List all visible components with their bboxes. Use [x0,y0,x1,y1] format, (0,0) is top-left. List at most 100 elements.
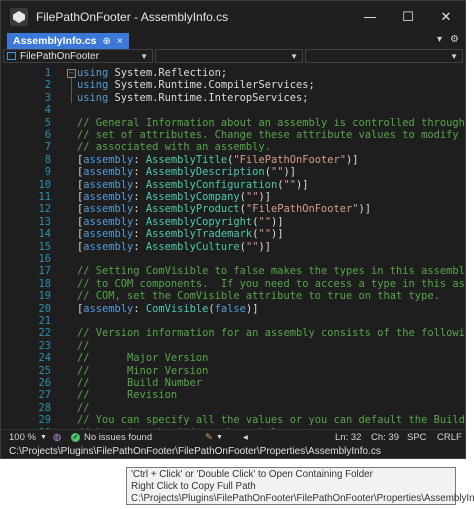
code-line[interactable]: 10 [assembly: AssemblyConfiguration("")] [1,178,465,191]
code-line[interactable]: 9 [assembly: AssemblyDescription("")] [1,166,465,178]
code-line[interactable]: 11 [assembly: AssemblyCompany("")] [1,191,465,203]
line-number: 5 [44,116,51,129]
editor-status-bar: 100 % ▼ ◍ ✓ No issues found ✎ ▼ ◂ Ln: 32 … [1,429,465,444]
column-indicator[interactable]: Ch: 39 [371,431,399,443]
code-line[interactable]: 23 // [1,339,465,352]
code-token: assembly [83,240,134,253]
code-line[interactable]: 17 // Setting ComVisible to false makes t… [1,265,465,277]
code-line[interactable]: 12 [assembly: AssemblyProduct("FilePathOn… [1,203,465,215]
tab-assemblyinfo[interactable]: AssemblyInfo.cs ⊕ × [7,33,129,49]
code-line[interactable]: 7 // associated with an assembly. [1,141,465,153]
line-number: 29 [38,414,51,427]
code-token: // COM, set the ComVisible attribute to … [77,290,440,303]
code-cleanup-icon[interactable]: ✎ ▼ [205,431,223,443]
code-text: // You can specify all the values or you… [77,414,465,426]
code-line[interactable]: 22 // Version information for an assembly… [1,327,465,339]
code-line[interactable]: 14 [assembly: AssemblyTrademark("")] [1,228,465,241]
footer-file-path[interactable]: C:\Projects\Plugins\FilePathOnFooter\Fil… [1,444,465,458]
code-line[interactable]: 16 [1,253,465,265]
code-token: "" [258,215,271,228]
line-ending-indicator[interactable]: CRLF [437,431,462,443]
line-indicator[interactable]: Ln: 32 [335,431,361,443]
copilot-icon[interactable]: ◍ [53,431,61,443]
maximize-button[interactable]: ☐ [389,1,427,33]
code-token: using [77,67,109,79]
tab-list-dropdown-icon[interactable]: ▾ [437,34,442,45]
line-number: 23 [38,339,51,352]
line-number: 8 [44,153,51,166]
code-line[interactable]: 25 // Minor Version [1,364,465,377]
code-token: assembly [83,178,134,191]
code-token: // Minor Version [77,364,209,377]
type-dropdown[interactable]: ▼ [155,49,303,63]
line-number: 21 [38,315,51,327]
code-token: assembly [83,215,134,228]
code-line[interactable]: 19 // COM, set the ComVisible attribute t… [1,290,465,302]
code-line[interactable]: 29 // You can specify all the values or y… [1,414,465,427]
line-number: 25 [38,364,51,377]
issues-indicator[interactable]: ✓ No issues found [71,431,152,443]
code-text: // Major Version [77,352,208,364]
spaces-indicator[interactable]: SPC [407,431,427,443]
code-token: // Major Version [77,352,209,365]
tabbar-tools: ▾ ⚙ [437,34,459,45]
line-number: 10 [38,178,51,191]
visual-studio-icon[interactable] [10,8,28,26]
close-button[interactable]: ✕ [427,1,465,33]
code-token: using [77,91,109,104]
code-text: // associated with an assembly. [77,141,271,153]
code-token: // [77,339,90,352]
code-line[interactable]: 6 // set of attributes. Change these attr… [1,129,465,141]
collapse-region-icon[interactable]: − [67,69,76,78]
code-line[interactable]: 13 [assembly: AssemblyCopyright("")] [1,215,465,228]
line-number: 11 [38,191,51,203]
code-line[interactable]: 18 // to COM components. If you need to a… [1,278,465,290]
zoom-dropdown[interactable]: 100 % ▼ [9,431,47,443]
code-line[interactable]: 27 // Revision [1,389,465,401]
code-line[interactable]: 21 [1,315,465,327]
code-line[interactable]: 20 [assembly: ComVisible(false)] [1,303,465,315]
code-token: assembly [83,191,134,203]
code-line[interactable]: 4 [1,104,465,116]
code-token: )] [270,228,284,241]
line-number: 13 [38,215,51,228]
code-token: "" [258,228,271,241]
chevron-down-icon: ▼ [140,51,148,61]
code-line[interactable]: 24 // Major Version [1,352,465,365]
code-line[interactable]: 26 // Build Number [1,377,465,389]
code-token: using [77,79,109,92]
line-number: 28 [38,401,51,414]
gear-icon[interactable]: ⚙ [450,34,459,45]
code-text: // COM, set the ComVisible attribute to … [77,290,440,302]
line-number: 16 [38,253,51,265]
line-number: 24 [38,352,51,365]
code-line[interactable]: 15 [assembly: AssemblyCulture("")] [1,240,465,253]
scroll-left-icon[interactable]: ◂ [243,431,248,443]
navigation-bar: FilePathOnFooter ▼ ▼ ▼ [1,49,465,65]
code-line[interactable]: 28 // [1,401,465,414]
tooltip-line-1: 'Ctrl + Click' or 'Double Click' to Open… [131,469,373,480]
chevron-down-icon: ▼ [450,51,458,61]
title-bar: FilePathOnFooter - AssemblyInfo.cs — ☐ ✕ [1,1,465,33]
pin-icon[interactable]: ⊕ [102,36,110,47]
project-dropdown-label: FilePathOnFooter [20,50,99,62]
check-circle-icon: ✓ [71,432,80,442]
tab-close-icon[interactable]: × [117,36,123,47]
code-line[interactable]: 5 // General Information about an assembl… [1,116,465,129]
code-token: )] [258,191,271,203]
member-dropdown[interactable]: ▼ [305,49,463,63]
project-dropdown[interactable]: FilePathOnFooter ▼ [3,49,153,63]
code-editor[interactable]: 1 using System.Reflection; 2 using System.R… [1,65,465,429]
line-number: 2 [44,79,51,92]
code-text: using System.Runtime.InteropServices; [77,92,308,104]
minimize-button[interactable]: — [351,1,389,33]
tooltip-line-3: C:\Projects\Plugins\FilePathOnFooter\Fil… [131,493,474,504]
code-token: // General Information about an assembly… [77,116,465,129]
code-token: AssemblyTrademark [145,228,253,241]
outline-guide [71,78,72,103]
file-path-tooltip: 'Ctrl + Click' or 'Double Click' to Open… [126,467,474,505]
code-token: : [133,240,146,253]
code-text: using System.Reflection; [77,67,227,79]
code-line[interactable]: 8 [assembly: AssemblyTitle("FilePathOnFoo… [1,153,465,166]
code-token: "" [245,240,259,253]
